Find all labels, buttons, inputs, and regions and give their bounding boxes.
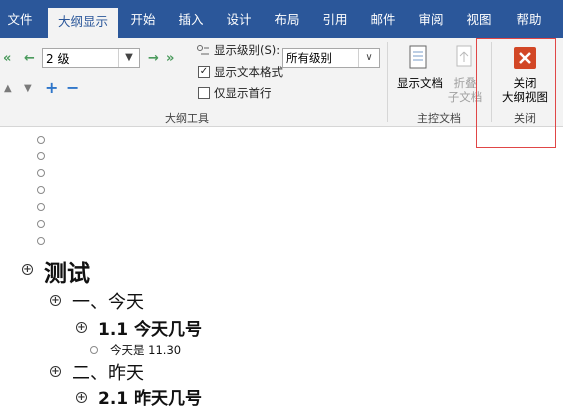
expand-plus-icon[interactable]: + bbox=[76, 322, 87, 333]
first-line-checkbox[interactable] bbox=[198, 87, 210, 99]
tab-mailings[interactable]: 邮件 bbox=[362, 0, 404, 38]
first-line-label: 仅显示首行 bbox=[214, 86, 272, 100]
empty-paragraph-bullet[interactable] bbox=[37, 203, 45, 211]
heading2-text[interactable]: 一、今天 bbox=[72, 288, 144, 314]
tab-insert[interactable]: 插入 bbox=[170, 0, 212, 38]
heading2-text[interactable]: 二、昨天 bbox=[72, 359, 144, 385]
chevron-down-icon: ▼ bbox=[118, 49, 139, 67]
empty-paragraph-bullet[interactable] bbox=[37, 136, 45, 144]
expand-plus-icon[interactable]: + bbox=[50, 366, 61, 377]
move-up-icon[interactable]: ▲ bbox=[4, 83, 12, 94]
show-level-select[interactable]: 所有级别 ∨ bbox=[282, 48, 380, 68]
empty-paragraph-bullet[interactable] bbox=[37, 186, 45, 194]
show-format-label: 显示文本格式 bbox=[214, 65, 283, 79]
outline-level-value: 2 级 bbox=[46, 52, 70, 66]
expand-plus-icon[interactable]: + bbox=[50, 295, 61, 306]
chevron-down-icon: ∨ bbox=[358, 49, 379, 67]
show-level-value: 所有级别 bbox=[286, 51, 332, 65]
body-text-bullet[interactable] bbox=[90, 346, 98, 354]
empty-paragraph-bullet[interactable] bbox=[37, 237, 45, 245]
group-label-outline-tools: 大纲工具 bbox=[165, 112, 209, 125]
expand-icon[interactable]: + bbox=[45, 78, 58, 97]
outline-level-select[interactable]: 2 级 ▼ bbox=[42, 48, 140, 68]
empty-paragraph-bullet[interactable] bbox=[37, 169, 45, 177]
ribbon-tab-bar: 文件 大纲显示 开始 插入 设计 布局 引用 邮件 审阅 视图 帮助 bbox=[0, 0, 563, 38]
tab-home[interactable]: 开始 bbox=[122, 0, 164, 38]
empty-paragraph-bullet[interactable] bbox=[37, 220, 45, 228]
collapse-icon[interactable]: − bbox=[66, 78, 79, 97]
show-level-label: 显示级别(S): bbox=[214, 43, 281, 57]
tab-file[interactable]: 文件 bbox=[0, 0, 40, 38]
show-document-label[interactable]: 显示文档 bbox=[396, 76, 444, 90]
tab-help[interactable]: 帮助 bbox=[508, 0, 550, 38]
show-level-icon bbox=[197, 45, 209, 55]
show-document-icon[interactable] bbox=[408, 44, 430, 72]
heading1-text[interactable]: 测试 bbox=[44, 254, 90, 288]
move-down-icon[interactable]: ▼ bbox=[24, 83, 32, 94]
expand-plus-icon[interactable]: + bbox=[22, 264, 33, 275]
expand-plus-icon[interactable]: + bbox=[76, 392, 87, 403]
tab-outline[interactable]: 大纲显示 bbox=[48, 8, 118, 38]
tab-layout[interactable]: 布局 bbox=[266, 0, 308, 38]
heading3-text[interactable]: 2.1 昨天几号 bbox=[98, 384, 202, 409]
group-label-master-doc: 主控文档 bbox=[417, 112, 461, 125]
empty-paragraph-bullet[interactable] bbox=[37, 152, 45, 160]
demote-icon[interactable]: → bbox=[148, 51, 159, 66]
tab-design[interactable]: 设计 bbox=[218, 0, 260, 38]
promote-to-heading1-icon[interactable]: « bbox=[3, 51, 11, 66]
body-text[interactable]: 今天是 11.30 bbox=[110, 342, 181, 358]
tab-view[interactable]: 视图 bbox=[458, 0, 500, 38]
promote-icon[interactable]: ← bbox=[24, 51, 35, 66]
show-format-checkbox[interactable]: ✓ bbox=[198, 66, 210, 78]
tab-references[interactable]: 引用 bbox=[314, 0, 356, 38]
close-group-highlight bbox=[476, 38, 556, 148]
collapse-subdoc-icon bbox=[456, 45, 472, 67]
heading3-text[interactable]: 1.1 今天几号 bbox=[98, 315, 202, 340]
group-divider bbox=[387, 42, 388, 122]
demote-to-body-icon[interactable]: » bbox=[166, 51, 174, 66]
tab-review[interactable]: 审阅 bbox=[410, 0, 452, 38]
